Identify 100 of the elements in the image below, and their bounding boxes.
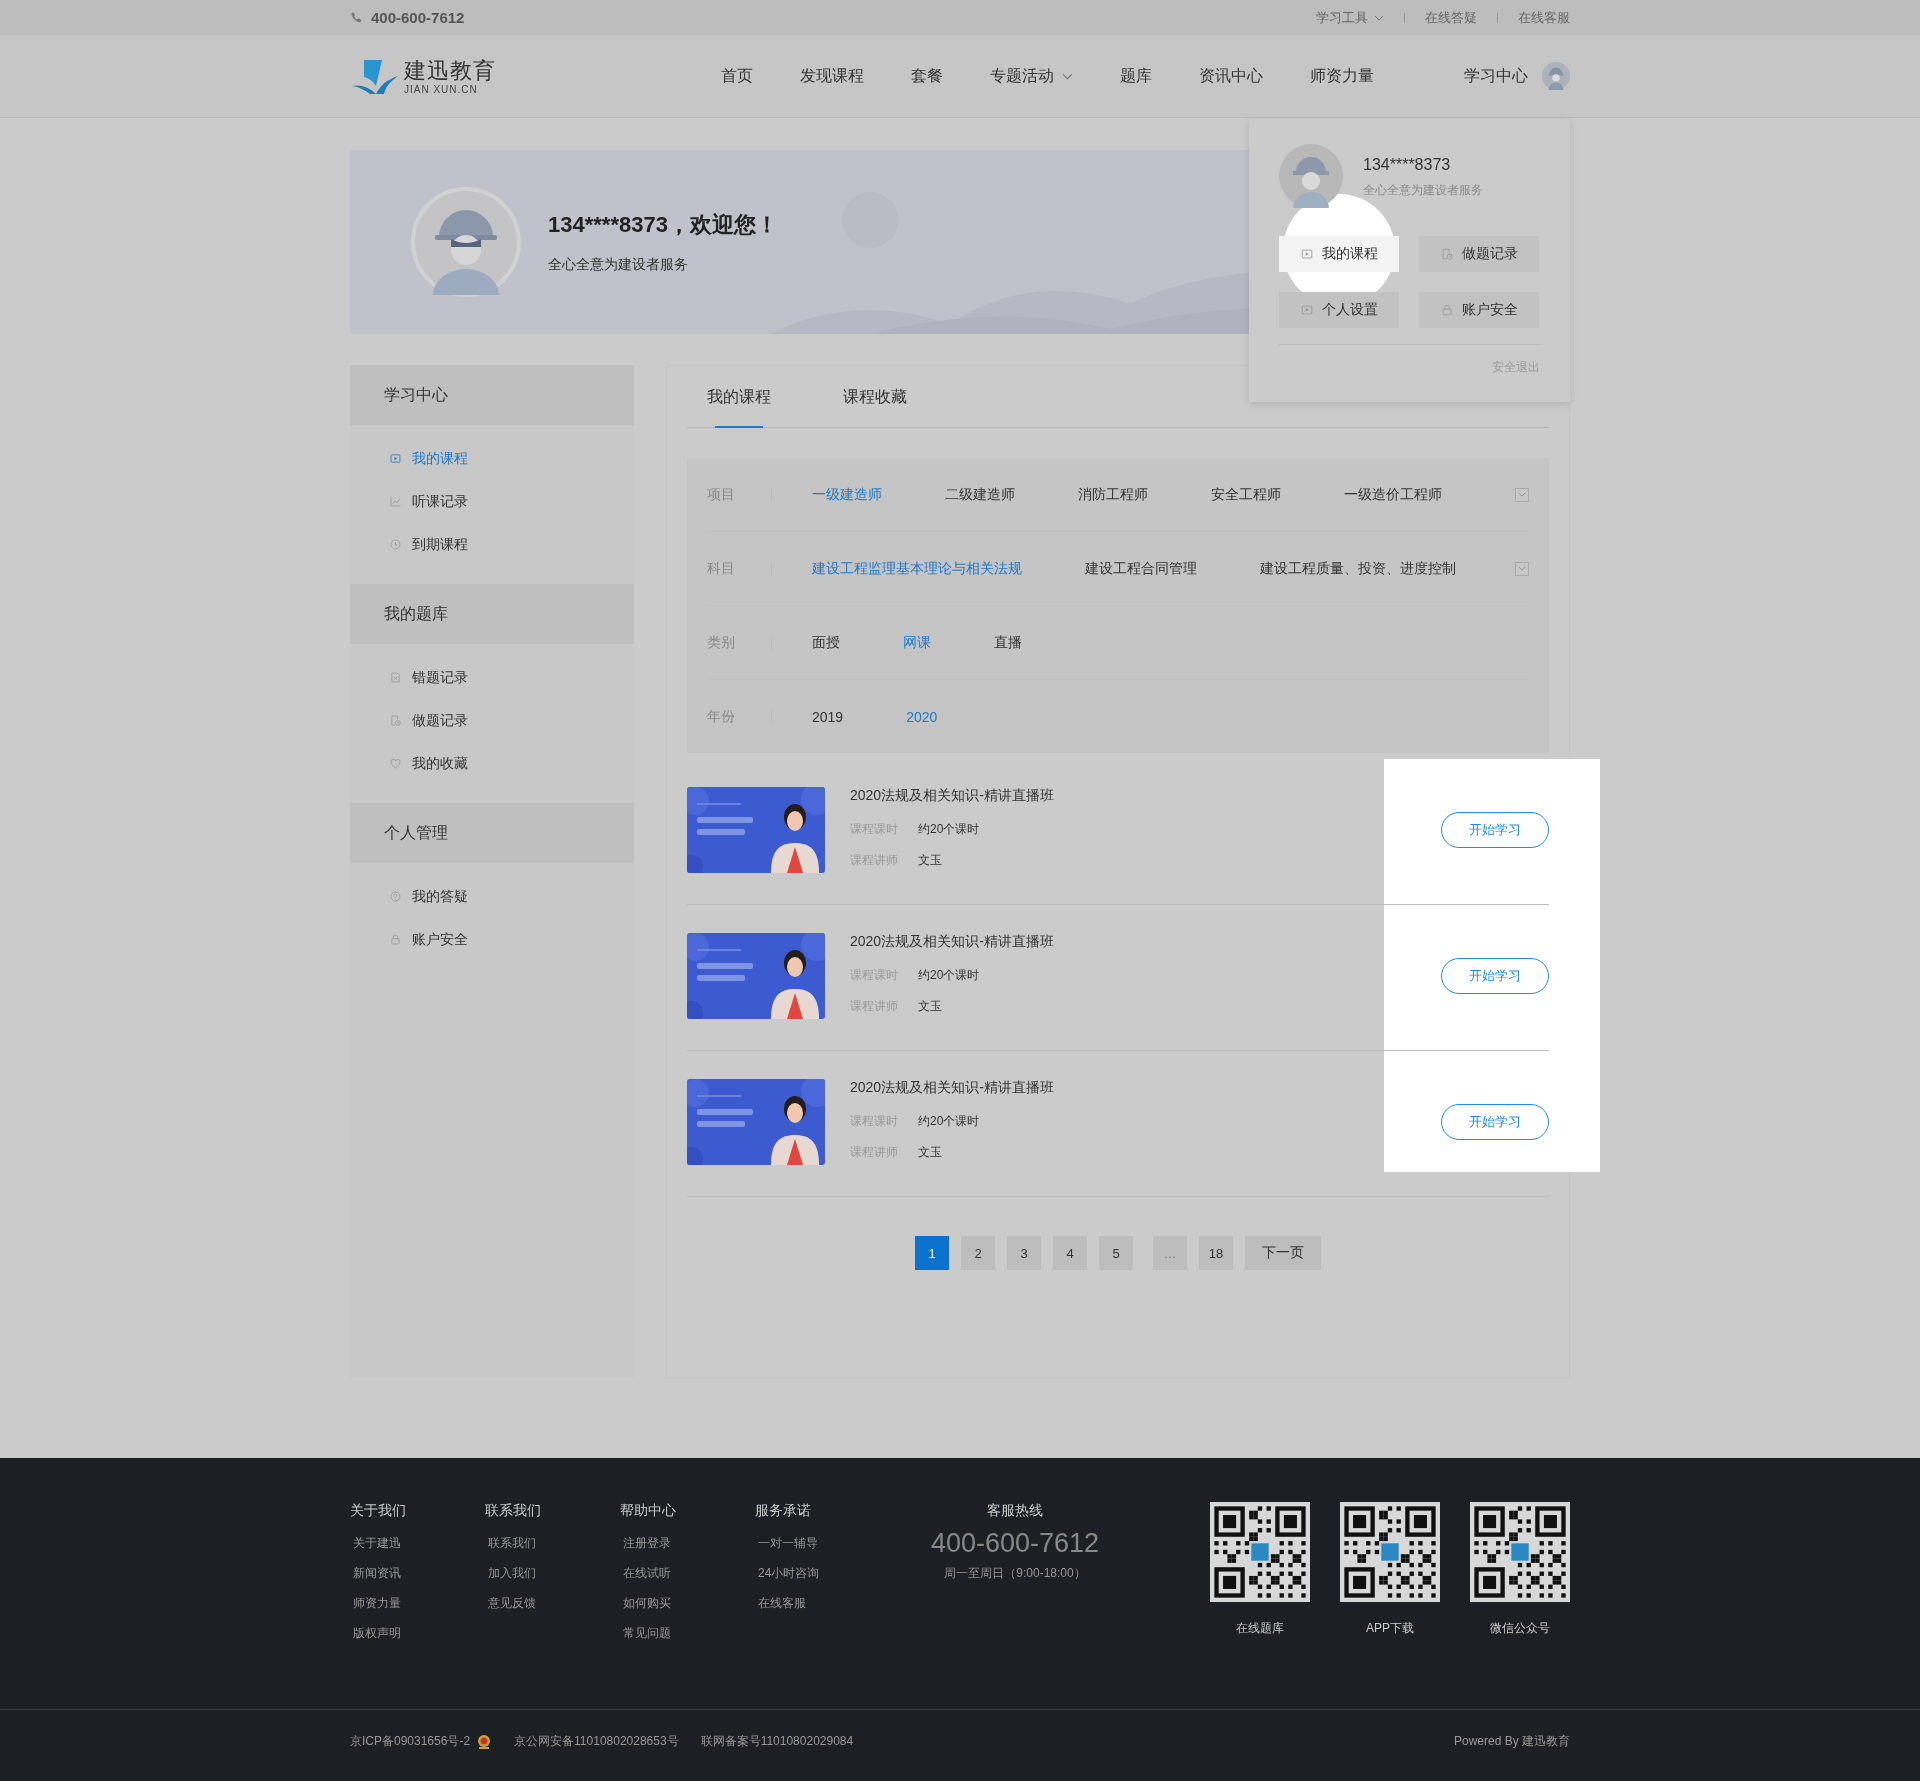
footer-link[interactable]: 版权声明 [350,1625,401,1642]
sidebar-item[interactable]: 我的答疑 [350,875,634,918]
filter-label: 项目 [707,485,736,504]
filter-option[interactable]: 安全工程师 [1211,485,1281,504]
hotline-hours: 周一至周日（9:00-18:00） [944,1565,1086,1582]
hotline-title: 客服热线 [987,1502,1043,1520]
course-title: 2020法规及相关知识-精讲直播班 [850,933,1054,951]
footer-link[interactable]: 关于建迅 [350,1535,401,1552]
filter-option[interactable]: 建设工程合同管理 [1085,559,1197,578]
user-phone: 134****8373 [1363,156,1452,174]
footer-link[interactable]: 在线客服 [755,1595,806,1612]
menu-button[interactable]: 个人设置 [1279,292,1399,328]
meta-value: 约20个课时 [918,1113,980,1130]
footer-link[interactable]: 联系我们 [485,1535,536,1552]
expand-button[interactable] [1515,487,1529,502]
qr-label: 在线题库 [1236,1620,1284,1637]
user-slogan: 全心全意为建设者服务 [1363,182,1483,199]
filter-option[interactable]: 建设工程质量、投资、进度控制 [1260,559,1456,578]
meta-value: 文玉 [918,998,942,1015]
filter-option[interactable]: 消防工程师 [1078,485,1148,504]
footer-link[interactable]: 一对一辅导 [755,1535,818,1552]
welcome-greeting: 134****8373，欢迎您！ [548,211,778,239]
footer-heading: 关于我们 [350,1502,406,1520]
page-button[interactable]: 5 [1099,1236,1133,1270]
nav-link[interactable]: 专题活动 [990,65,1073,87]
logo-domain: JIAN XUN.CN [404,83,479,95]
phone-icon [350,11,363,24]
footer-link[interactable]: 师资力量 [350,1595,401,1612]
filter-option[interactable]: 直播 [994,633,1022,652]
phone-number: 400-600-7612 [371,9,465,26]
footer-link[interactable]: 意见反馈 [485,1595,536,1612]
document-icon [389,671,402,684]
meta-value: 约20个课时 [918,967,980,984]
sidebar-item[interactable]: 做题记录 [350,699,634,742]
filter-label: 类别 [707,633,736,652]
document-clock-icon [1440,247,1454,261]
filter-option[interactable]: 面授 [812,633,840,652]
chevron-down-icon [1518,566,1526,571]
start-button[interactable]: 开始学习 [1441,1104,1549,1140]
lock-icon [1440,303,1454,317]
menu-button[interactable]: 账户安全 [1419,292,1539,328]
sidebar-heading: 学习中心 [350,365,634,425]
lock-icon [389,933,402,946]
filter-label: 科目 [707,559,736,578]
video-icon [1300,303,1314,317]
nav-link[interactable]: 套餐 [911,65,943,87]
course-title: 2020法规及相关知识-精讲直播班 [850,1079,1054,1097]
footer-heading: 联系我们 [485,1502,541,1520]
menu-button[interactable]: 做题记录 [1419,236,1539,272]
filter-option[interactable]: 一级造价工程师 [1344,485,1442,504]
logo-name: 建迅教育 [404,57,496,84]
video-icon [1300,247,1314,261]
tab[interactable]: 我的课程 [707,366,771,427]
chevron-down-icon [1374,14,1384,21]
sidebar-heading: 个人管理 [350,803,634,863]
expand-button[interactable] [1515,561,1529,576]
sidebar-item[interactable]: 账户安全 [350,918,634,961]
video-icon [389,452,402,465]
clock-icon [389,538,402,551]
nav-link[interactable]: 师资力量 [1310,65,1374,87]
nav-link[interactable]: 首页 [721,65,753,87]
footer-link[interactable]: 新闻资讯 [350,1565,401,1582]
page-button[interactable]: 18 [1199,1236,1233,1270]
sidebar-item[interactable]: 到期课程 [350,523,634,566]
document-clock-icon [389,714,402,727]
filter-label: 年份 [707,707,736,726]
meta-value: 文玉 [918,1144,942,1161]
powered-by: Powered By 建迅教育 [1453,1733,1570,1750]
meta-value: 文玉 [918,852,942,869]
next-page-button[interactable]: 下一页 [1245,1236,1321,1270]
page-button[interactable]: 1 [915,1236,949,1270]
welcome-slogan: 全心全意为建设者服务 [548,256,689,274]
tab[interactable]: 课程收藏 [843,366,907,427]
footer-link[interactable]: 常见问题 [620,1625,671,1642]
menu-button[interactable]: 我的课程 [1279,236,1399,272]
page-button[interactable]: 2 [961,1236,995,1270]
sidebar-item[interactable]: 我的收藏 [350,742,634,785]
question-icon [389,890,402,903]
footer-link[interactable]: 加入我们 [485,1565,536,1582]
avatar[interactable] [1542,62,1570,90]
footer-link[interactable]: 如何购买 [620,1595,671,1612]
footer-link[interactable]: 在线试听 [620,1565,671,1582]
start-button[interactable]: 开始学习 [1441,958,1549,994]
footer-link[interactable]: 24小时咨询 [755,1565,820,1582]
chevron-down-icon [1518,492,1526,497]
learning-center-link[interactable]: 学习中心 [1464,65,1528,87]
footer-link[interactable]: 注册登录 [620,1535,671,1552]
sidebar-item[interactable]: 听课记录 [350,480,634,523]
start-button[interactable]: 开始学习 [1441,812,1549,848]
qr-label: APP下载 [1366,1620,1414,1637]
filter-option[interactable]: 二级建造师 [945,485,1015,504]
sidebar-item[interactable]: 错题记录 [350,656,634,699]
page-button[interactable]: 3 [1007,1236,1041,1270]
footer-heading: 帮助中心 [620,1502,676,1520]
nav-link[interactable]: 题库 [1120,65,1152,87]
page-button[interactable]: 4 [1053,1236,1087,1270]
footer-heading: 服务承诺 [755,1502,811,1520]
filter-option[interactable]: 2019 [812,708,844,725]
nav-link[interactable]: 资讯中心 [1199,65,1263,87]
nav-link[interactable]: 发现课程 [800,65,864,87]
